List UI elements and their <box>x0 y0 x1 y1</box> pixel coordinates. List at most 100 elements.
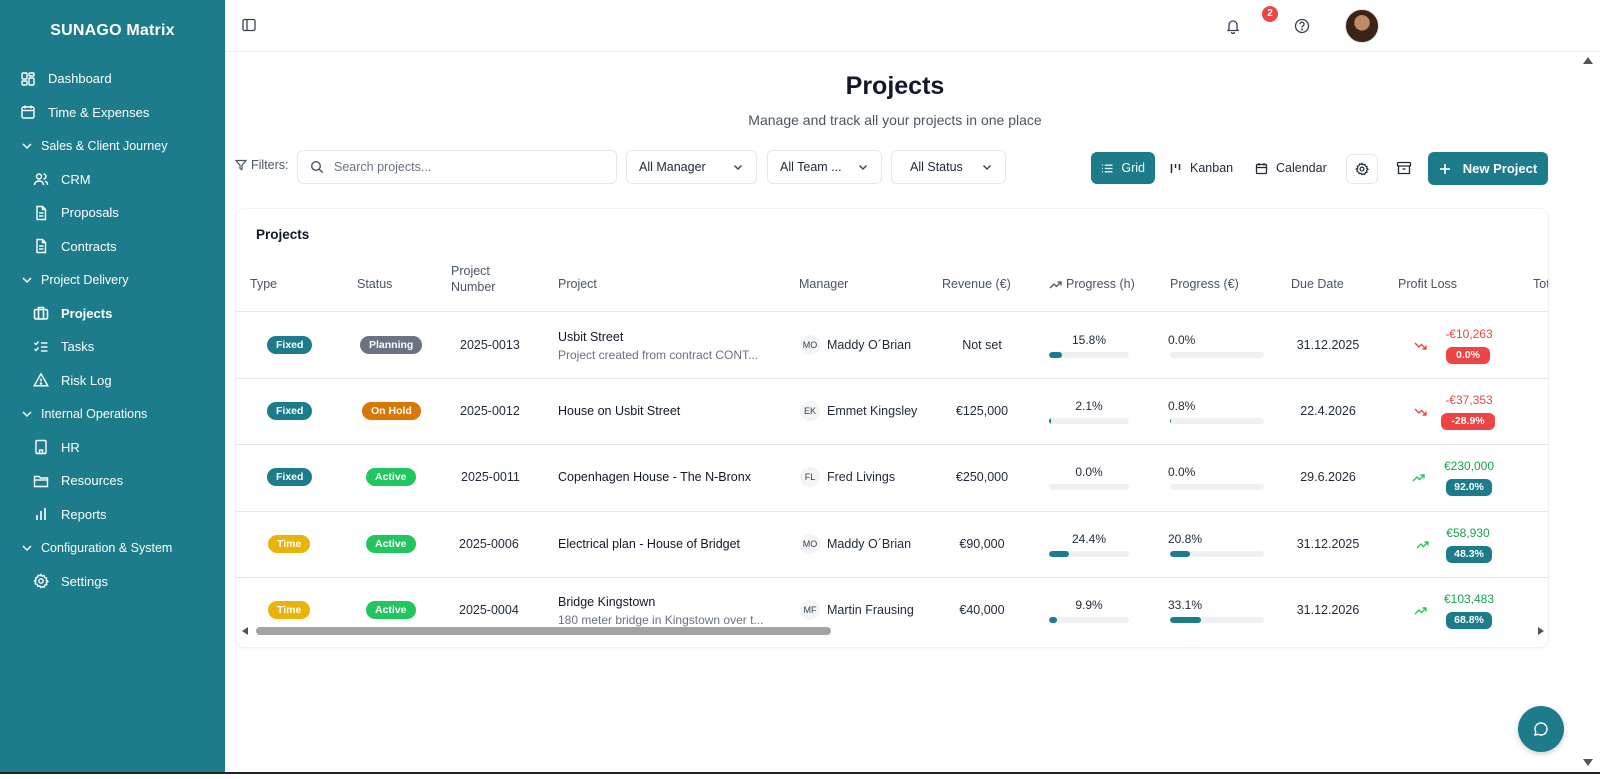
sidebar-item-resources[interactable]: Resources <box>0 464 225 498</box>
profit-loss-percent: 0.0% <box>1446 347 1490 364</box>
archive-icon[interactable] <box>1396 160 1412 176</box>
col-project[interactable]: Project <box>558 277 597 291</box>
manager-select[interactable]: All Manager <box>626 150 757 184</box>
avatar[interactable] <box>1345 9 1379 43</box>
scroll-down-arrow[interactable] <box>1583 759 1593 766</box>
sidebar-item-contracts[interactable]: Contracts <box>0 230 225 264</box>
progress-h-bar <box>1049 616 1129 623</box>
sidebar-section-label: Project Delivery <box>41 272 129 287</box>
view-grid-button[interactable]: Grid <box>1091 152 1155 184</box>
bell-icon[interactable] <box>1225 18 1241 34</box>
view-kanban-button[interactable]: Kanban <box>1159 152 1243 184</box>
window-bottom-edge <box>0 772 1600 779</box>
col-status[interactable]: Status <box>357 277 392 291</box>
project-name[interactable]: Usbit Street <box>558 330 623 344</box>
gear-icon <box>33 573 49 589</box>
help-icon[interactable] <box>1294 18 1310 34</box>
col-profit-loss[interactable]: Profit Loss <box>1398 277 1457 291</box>
revenue-value: €125,000 <box>955 404 1009 419</box>
project-name[interactable]: House on Usbit Street <box>558 404 680 418</box>
notification-badge: 2 <box>1262 6 1278 22</box>
progress-h-value: 9.9% <box>1075 597 1103 612</box>
manager-initials: MO <box>800 533 820 554</box>
sidebar-item-settings[interactable]: Settings <box>0 565 225 599</box>
sidebar-item-reports[interactable]: Reports <box>0 498 225 532</box>
progress-h-fill <box>1049 550 1069 557</box>
sidebar-item-label: Time & Expenses <box>48 104 150 120</box>
col-revenue[interactable]: Revenue (€) <box>942 277 1011 291</box>
view-kanban-label: Kanban <box>1190 161 1234 175</box>
sidebar-item-proposals[interactable]: Proposals <box>0 196 225 230</box>
progress-eur-value: 33.1% <box>1168 597 1203 612</box>
page-subtitle: Manage and track all your projects in on… <box>748 112 1042 128</box>
settings-button[interactable] <box>1346 154 1378 184</box>
project-number: 2025-0006 <box>459 536 519 551</box>
scroll-right-arrow[interactable] <box>1538 627 1544 635</box>
search-input[interactable] <box>334 160 604 174</box>
sidebar-item-tasks[interactable]: Tasks <box>0 330 225 364</box>
table-row[interactable]: Fixed On Hold 2025-0012 House on Usbit S… <box>236 379 1548 446</box>
col-progress-eur[interactable]: Progress (€) <box>1170 277 1239 291</box>
sidebar-item-hr[interactable]: HR <box>0 431 225 465</box>
due-date: 22.4.2026 <box>1300 404 1356 419</box>
sidebar-section-configuration[interactable]: Configuration & System <box>0 531 225 565</box>
progress-h-fill <box>1049 418 1051 425</box>
project-name[interactable]: Bridge Kingstown <box>558 595 655 609</box>
app-root: SUNAGO Matrix Dashboard Time & Expenses … <box>0 0 1600 779</box>
col-due-date[interactable]: Due Date <box>1291 277 1344 291</box>
view-calendar-label: Calendar <box>1276 161 1327 175</box>
col-progress-h[interactable]: Progress (h) <box>1049 277 1135 291</box>
sidebar-section-internal-operations[interactable]: Internal Operations <box>0 397 225 431</box>
sidebar-section-project-delivery[interactable]: Project Delivery <box>0 263 225 297</box>
profit-loss-amount: -€37,353 <box>1445 393 1493 408</box>
scroll-up-arrow[interactable] <box>1583 57 1593 64</box>
project-name[interactable]: Copenhagen House - The N-Bronx <box>558 470 751 484</box>
filters-label-text: Filters: <box>251 158 289 172</box>
sidebar-item-projects[interactable]: Projects <box>0 297 225 331</box>
scroll-left-arrow[interactable] <box>242 627 248 635</box>
list-icon <box>1101 164 1113 172</box>
trending-up-icon <box>1416 540 1429 549</box>
chevron-down-icon <box>734 165 742 170</box>
chevron-down-icon <box>22 411 32 417</box>
sidebar-section-sales[interactable]: Sales & Client Journey <box>0 129 225 163</box>
col-total[interactable]: Tot <box>1533 277 1548 291</box>
project-description: Project created from contract CONT... <box>558 348 759 362</box>
scrollbar-thumb[interactable] <box>256 627 831 635</box>
panel-toggle-icon[interactable] <box>242 18 256 32</box>
manager-name: Emmet Kingsley <box>827 404 918 419</box>
table-row[interactable]: Time Active 2025-0006 Electrical plan - … <box>236 512 1548 578</box>
vertical-scrollbar[interactable] <box>1576 52 1600 772</box>
sidebar: SUNAGO Matrix Dashboard Time & Expenses … <box>0 0 225 772</box>
new-project-button[interactable]: New Project <box>1428 152 1548 185</box>
chevron-down-icon <box>22 545 32 551</box>
sidebar-item-time-expenses[interactable]: Time & Expenses <box>0 96 225 130</box>
search-box[interactable] <box>297 150 617 184</box>
status-select[interactable]: All Status <box>891 150 1006 184</box>
sidebar-item-risk-log[interactable]: Risk Log <box>0 364 225 398</box>
filter-icon <box>235 159 247 171</box>
chevron-down-icon <box>859 165 867 170</box>
topbar: 2 <box>225 0 1600 52</box>
project-number: 2025-0004 <box>459 602 519 617</box>
chevron-down-icon <box>22 143 32 149</box>
col-project-number[interactable]: Project Number <box>451 263 511 295</box>
table-row[interactable]: Fixed Active 2025-0011 Copenhagen House … <box>236 445 1548 512</box>
col-manager[interactable]: Manager <box>799 277 848 291</box>
table-row[interactable]: Fixed Planning 2025-0013 Usbit Street Pr… <box>236 313 1548 380</box>
col-type[interactable]: Type <box>250 277 277 291</box>
project-number: 2025-0011 <box>461 470 520 485</box>
trending-down-icon <box>1414 408 1427 416</box>
sidebar-item-label: Projects <box>61 305 113 321</box>
progress-eur-fill <box>1170 550 1190 557</box>
horizontal-scrollbar[interactable] <box>236 623 1548 639</box>
project-name[interactable]: Electrical plan - House of Bridget <box>558 537 740 551</box>
team-select[interactable]: All Team ... <box>767 150 882 184</box>
view-calendar-button[interactable]: Calendar <box>1245 152 1337 184</box>
sidebar-item-crm[interactable]: CRM <box>0 163 225 197</box>
chat-button[interactable] <box>1518 706 1564 752</box>
progress-eur-value: 20.8% <box>1168 531 1203 546</box>
sidebar-item-dashboard[interactable]: Dashboard <box>0 62 225 96</box>
plus-icon <box>1439 163 1450 174</box>
due-date: 31.12.2026 <box>1296 602 1360 617</box>
